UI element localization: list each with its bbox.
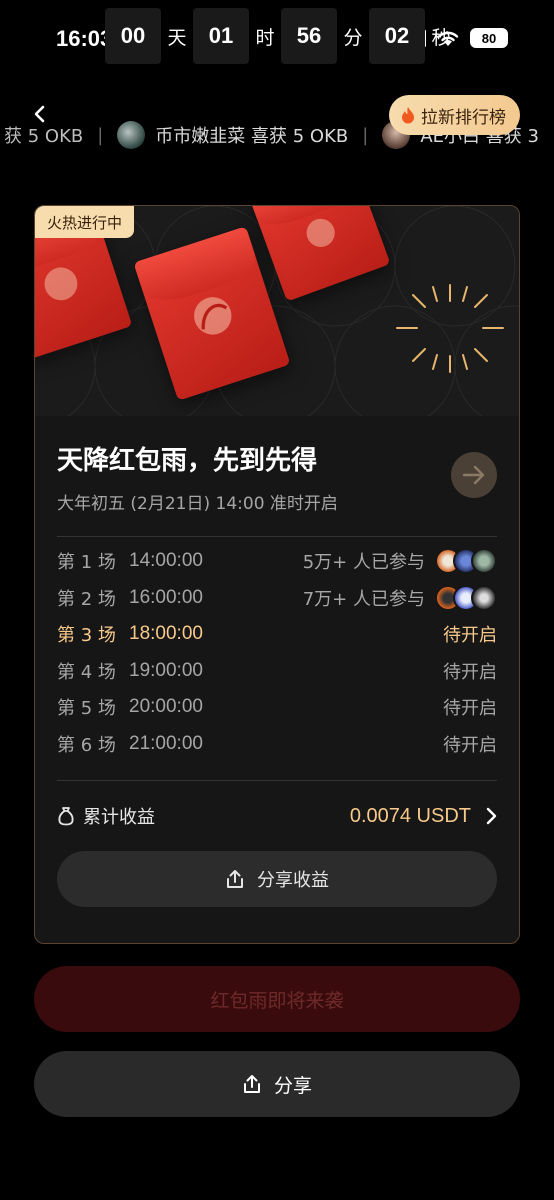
session-row: 第 1 场 14:00:00 5万+ 人已参与 [57,543,497,580]
red-packet-rain-card: 火热进行中 天降红包雨，先到先得 大年初五 (2月21日) 14:00 准时开启 [34,205,520,944]
session-time: 14:00:00 [129,550,203,572]
countdown-days-unit: 天 [167,26,187,49]
earnings-value: 0.0074 USDT [349,804,471,827]
session-row: 第 2 场 16:00:00 7万+ 人已参与 [57,580,497,617]
event-title: 天降红包雨，先到先得 [57,446,318,476]
session-name: 第 4 场 [57,661,116,683]
countdown-seconds: 02 [369,8,425,64]
session-name: 第 6 场 [57,734,116,756]
flame-icon [402,107,414,124]
session-name: 第 3 场 [57,625,116,647]
session-row: 第 6 场 21:00:00 待开启 [57,726,497,763]
session-status: 待开启 [443,625,497,647]
earnings-label: 累计收益 [83,807,155,828]
share-earnings-label: 分享收益 [257,870,329,891]
event-subtitle: 大年初五 (2月21日) 14:00 准时开启 [57,494,338,514]
share-icon [227,870,243,888]
countdown-hours: 01 [193,8,249,64]
countdown: 00 天 01 时 56 分 02 秒 [105,8,457,64]
share-label: 分享 [273,1074,312,1097]
session-time: 16:00:00 [129,586,203,608]
event-detail-button[interactable] [451,452,497,498]
session-status: 待开启 [443,734,497,756]
share-button[interactable]: 分享 [34,1051,520,1117]
session-row: 第 4 场 19:00:00 待开启 [57,653,497,690]
session-row: 第 5 场 20:00:00 待开启 [57,689,497,726]
session-time: 18:00:00 [129,623,203,645]
session-time: 20:00:00 [129,696,203,718]
ticker-item: 币市嫩韭菜 喜获 5 OKB [117,121,348,149]
countdown-days: 00 [105,8,161,64]
battery-icon: 80 [470,28,508,48]
countdown-seconds-unit: 秒 [431,26,451,49]
session-time: 19:00:00 [129,659,203,681]
banner: 火热进行中 [35,206,519,416]
session-status: 待开启 [443,661,497,683]
countdown-minutes-unit: 分 [343,26,363,49]
avatar [117,121,146,149]
countdown-minutes: 56 [281,8,337,64]
money-bag-icon [58,807,74,826]
chevron-right-icon [486,807,497,825]
share-earnings-button[interactable]: 分享收益 [57,851,497,907]
participant-avatars [435,548,497,575]
share-icon [243,1075,260,1093]
session-row-current: 第 3 场 18:00:00 待开启 [57,616,497,653]
session-name: 第 5 场 [57,698,116,720]
arrow-right-icon [462,465,485,485]
sparkle-decoration [396,284,504,373]
ticker-divider: | [97,124,104,146]
avatar [471,548,497,575]
red-packet-rain-button[interactable]: 红包雨即将来袭 [34,966,520,1032]
invite-leaderboard-label: 拉新排行榜 [421,107,506,128]
participant-avatars [435,584,497,611]
invite-leaderboard-button[interactable]: 拉新排行榜 [389,95,520,135]
cumulative-earnings-row[interactable]: 累计收益 0.0074 USDT [57,781,497,851]
ticker-divider: | [362,124,369,146]
session-name: 第 2 场 [57,588,116,610]
session-name: 第 1 场 [57,552,116,574]
session-status: 7万+ 人已参与 [302,588,425,610]
countdown-hours-unit: 时 [255,26,275,49]
status-time: 16:03 [56,26,113,51]
session-list: 第 1 场 14:00:00 5万+ 人已参与 第 2 场 16:00:00 7… [57,537,497,762]
session-time: 21:00:00 [129,732,203,754]
session-status: 5万+ 人已参与 [302,552,425,574]
session-status: 待开启 [443,698,497,720]
back-arrow-icon[interactable] [32,104,48,124]
ticker-item: 获 5 OKB [4,126,84,147]
hot-status-tag: 火热进行中 [35,206,135,238]
avatar [471,584,497,611]
